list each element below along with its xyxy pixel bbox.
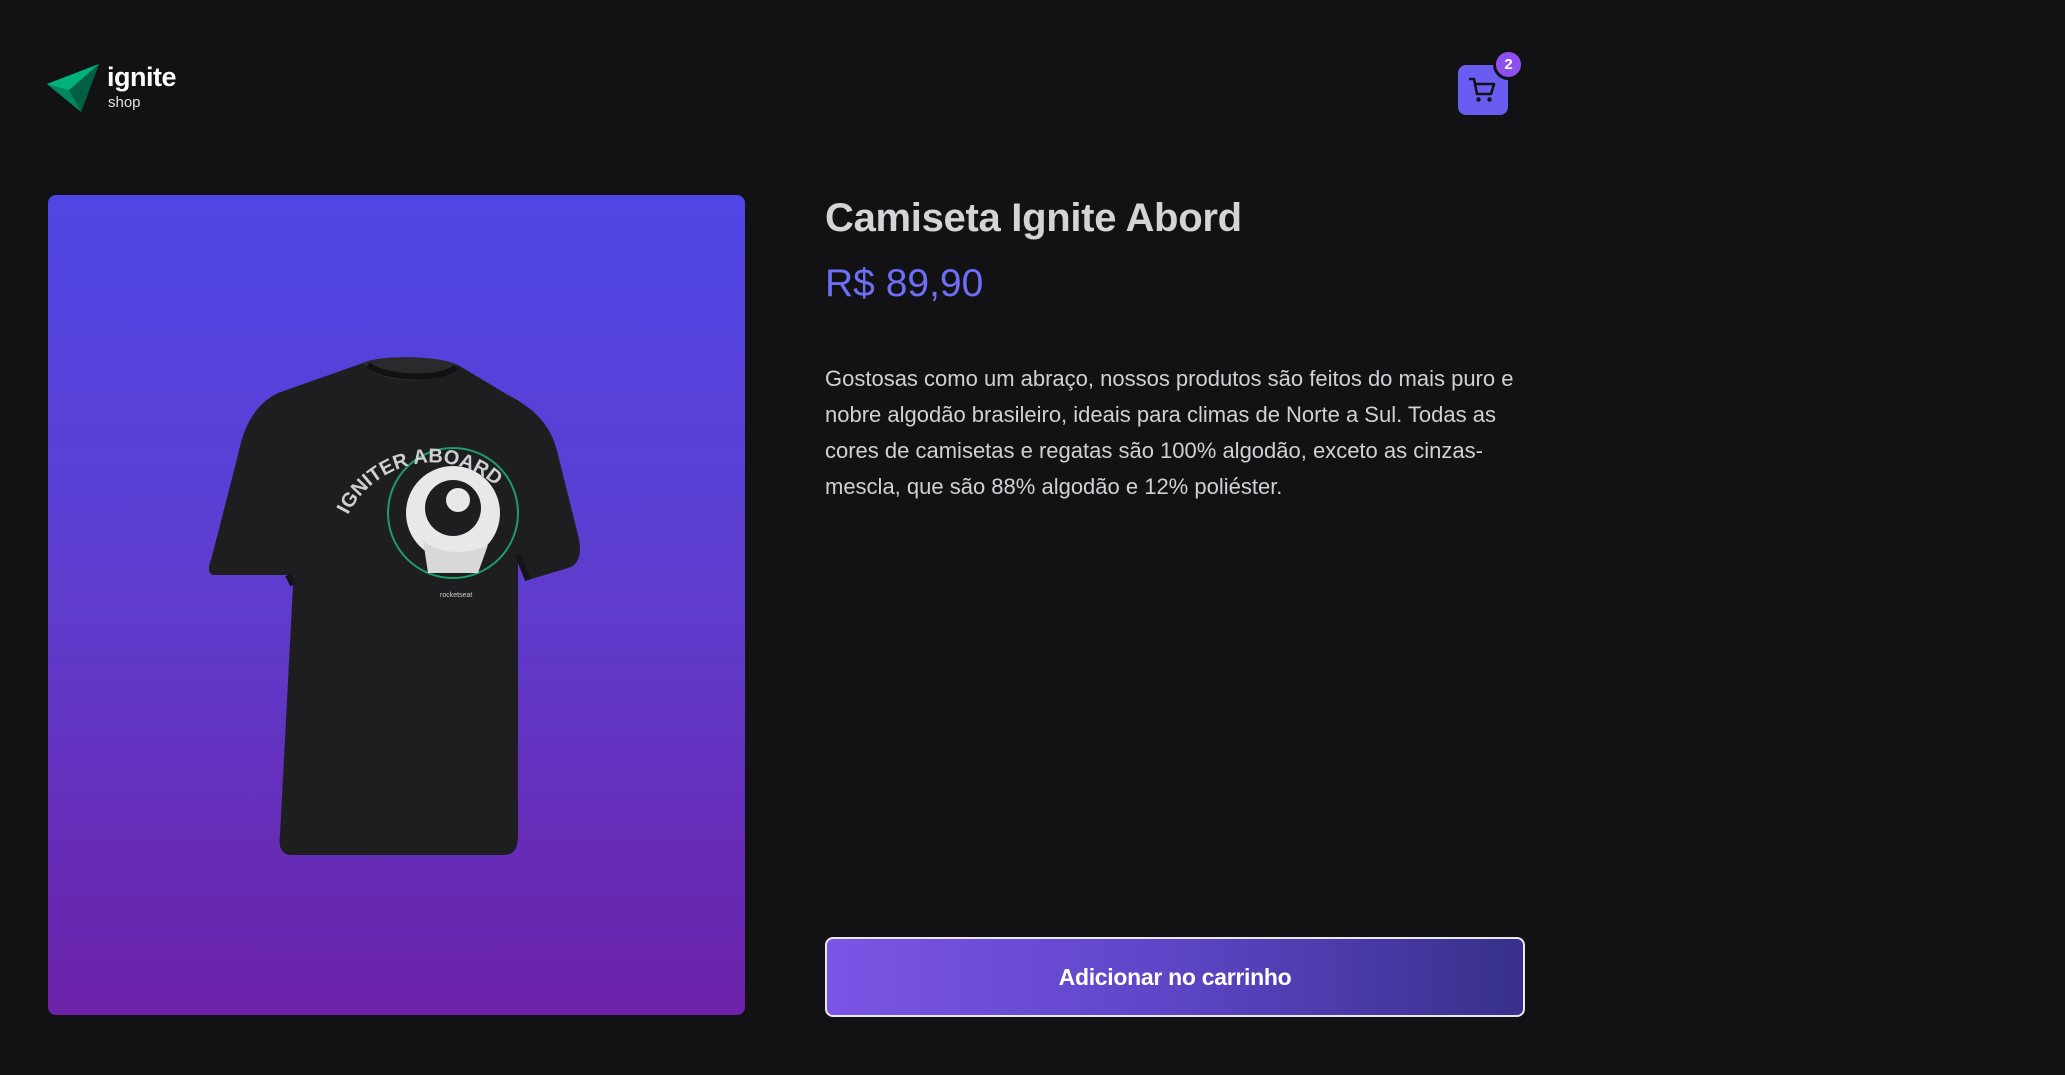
svg-text:rocketseat: rocketseat xyxy=(440,592,472,599)
add-to-cart-button[interactable]: Adicionar no carrinho xyxy=(825,937,1525,1017)
logo-name: ignite xyxy=(107,62,177,92)
cart-icon xyxy=(1469,77,1496,102)
cart-count-badge: 2 xyxy=(1493,49,1524,80)
logo[interactable]: ignite shop xyxy=(47,60,187,120)
header: ignite shop 2 xyxy=(47,49,1524,120)
product-title: Camiseta Ignite Abord xyxy=(825,196,1242,240)
product-price: R$ 89,90 xyxy=(825,262,984,305)
product-description: Gostosas como um abraço, nossos produtos… xyxy=(825,366,1514,499)
logo-subtitle: shop xyxy=(108,94,141,111)
ignite-logo-icon xyxy=(47,64,99,112)
product-image-container: IGNITER ABOARD rocketseat xyxy=(48,195,745,1015)
t-shirt-image: IGNITER ABOARD rocketseat xyxy=(208,357,580,855)
